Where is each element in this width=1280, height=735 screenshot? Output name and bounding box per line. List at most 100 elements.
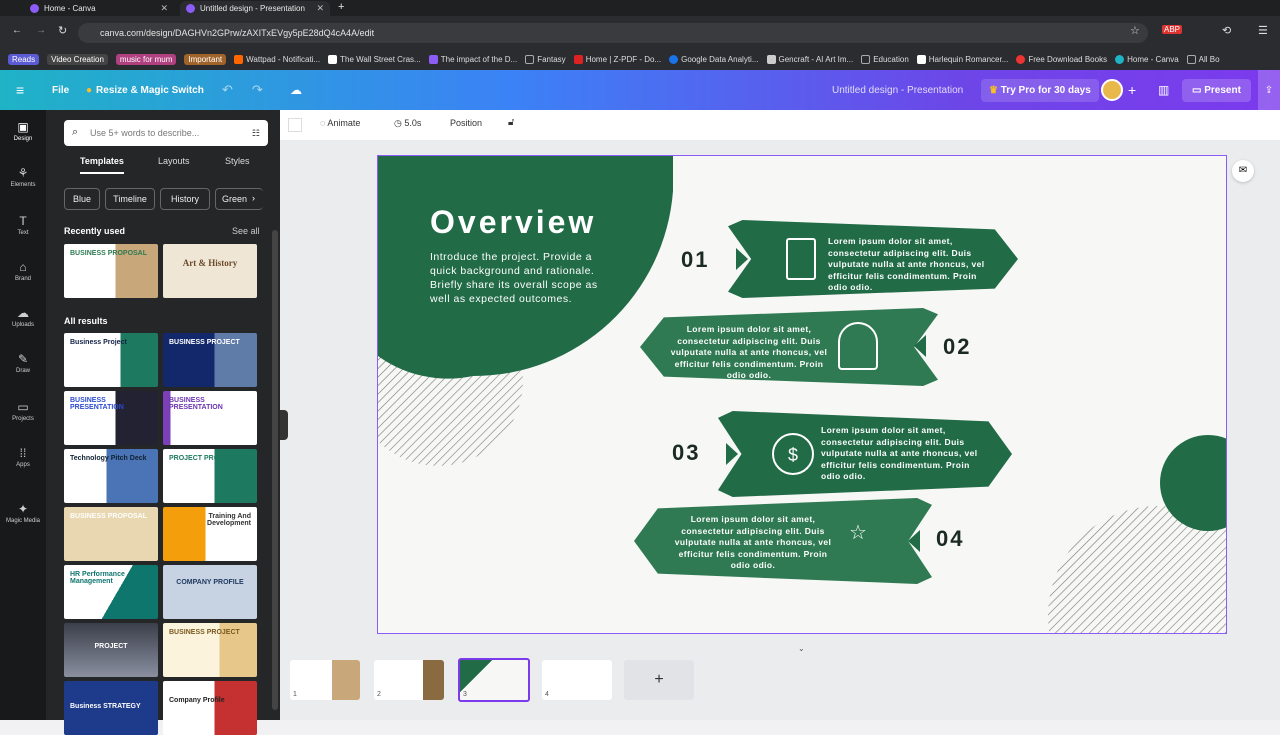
bookmark[interactable]: Free Download Books bbox=[1016, 54, 1107, 64]
rail-apps[interactable]: ⁞⁞ Apps bbox=[0, 446, 46, 468]
page-thumb[interactable]: 4 bbox=[542, 660, 612, 700]
file-menu[interactable]: File bbox=[52, 70, 69, 110]
template-thumb[interactable]: Business Project bbox=[64, 333, 158, 387]
bookmark[interactable]: Home - Canva bbox=[1115, 54, 1179, 64]
present-button[interactable]: ▭ Present bbox=[1182, 70, 1251, 110]
template-thumb[interactable]: HR Performance Management bbox=[64, 565, 158, 619]
overview-item[interactable]: Lorem ipsum dolor sit amet, consectetur … bbox=[640, 308, 938, 386]
share-icon[interactable]: ⇪ bbox=[1258, 70, 1280, 110]
forward-icon[interactable]: → bbox=[36, 25, 46, 36]
template-thumb[interactable]: Training And Development bbox=[163, 507, 257, 561]
see-all-link[interactable]: See all bbox=[232, 226, 260, 236]
history-icon[interactable]: ⟲ bbox=[1222, 24, 1231, 37]
comment-icon[interactable]: ✉ bbox=[1232, 160, 1254, 182]
item-text[interactable]: Lorem ipsum dolor sit amet, consectetur … bbox=[664, 324, 834, 382]
star-icon[interactable]: ☆ bbox=[1130, 24, 1140, 37]
template-thumb[interactable]: BUSINESS PROPOSAL bbox=[64, 507, 158, 561]
template-thumb[interactable]: BUSINESS PROPOSAL bbox=[64, 244, 158, 298]
bookmark[interactable]: The Wall Street Cras... bbox=[328, 54, 421, 64]
slide-title[interactable]: Overview bbox=[430, 204, 596, 241]
rail-uploads[interactable]: ☁ Uploads bbox=[0, 306, 46, 328]
bookmark[interactable]: Important bbox=[184, 53, 227, 65]
template-thumb[interactable]: Business STRATEGY bbox=[64, 681, 158, 735]
bookmark[interactable]: All Bo bbox=[1186, 54, 1220, 64]
tab-layouts[interactable]: Layouts bbox=[158, 156, 190, 166]
item-number[interactable]: 03 bbox=[672, 440, 700, 466]
template-thumb[interactable]: Art & History bbox=[163, 244, 257, 298]
bookmark[interactable]: Education bbox=[861, 54, 909, 64]
slide-canvas[interactable]: Overview Introduce the project. Provide … bbox=[377, 155, 1227, 634]
redo-icon[interactable]: ↷ bbox=[252, 70, 263, 110]
chevron-down-icon[interactable]: ⌄ bbox=[798, 644, 805, 653]
bookmark[interactable]: The impact of the D... bbox=[428, 54, 517, 64]
page-thumb-active[interactable]: 3 bbox=[458, 658, 530, 702]
rail-brand[interactable]: ⌂ Brand bbox=[0, 260, 46, 282]
lock-icon[interactable]: 🔓︎ bbox=[508, 117, 514, 128]
slide-intro[interactable]: Introduce the project. Provide a quick b… bbox=[430, 250, 620, 306]
analytics-icon[interactable]: ▥ bbox=[1158, 70, 1169, 110]
collapse-panel-handle[interactable] bbox=[280, 410, 288, 440]
animate-button[interactable]: ◌ Animate bbox=[320, 118, 360, 128]
rail-text[interactable]: T Text bbox=[0, 214, 46, 236]
avatar[interactable] bbox=[1101, 70, 1123, 110]
tab-untitled-design[interactable]: Untitled design - Presentation ✕ bbox=[180, 1, 330, 16]
rail-elements[interactable]: ⚘ Elements bbox=[0, 166, 46, 188]
bookmark[interactable]: Reads bbox=[8, 53, 40, 65]
overview-item[interactable]: Lorem ipsum dolor sit amet, consectetur … bbox=[634, 498, 932, 584]
resize-button[interactable]: ● Resize & Magic Switch bbox=[86, 70, 204, 110]
overview-item[interactable]: Lorem ipsum dolor sit amet, consectetur … bbox=[728, 220, 1018, 298]
template-thumb[interactable]: BUSINESS PRESENTATION bbox=[163, 391, 257, 445]
filter-chip[interactable]: History bbox=[160, 188, 210, 210]
item-text[interactable]: Lorem ipsum dolor sit amet, consectetur … bbox=[668, 514, 838, 572]
page-thumb[interactable]: 1 bbox=[290, 660, 360, 700]
item-text[interactable]: Lorem ipsum dolor sit amet, consectetur … bbox=[821, 425, 991, 483]
hamburger-icon[interactable]: ≡ bbox=[16, 70, 24, 110]
color-swatch[interactable] bbox=[288, 118, 302, 132]
filter-chip[interactable]: Green bbox=[215, 188, 263, 210]
cloud-icon[interactable]: ☁ bbox=[290, 70, 302, 110]
url-field[interactable]: canva.com/design/DAGHVn2GPrw/zAXITxEVgy5… bbox=[78, 23, 1148, 43]
close-icon[interactable]: ✕ bbox=[160, 3, 168, 14]
page-thumb[interactable]: 2 bbox=[374, 660, 444, 700]
template-thumb[interactable]: BUSINESS PROJECT bbox=[163, 333, 257, 387]
template-thumb[interactable]: Company Profile bbox=[163, 681, 257, 735]
reload-icon[interactable]: ↻ bbox=[58, 24, 67, 37]
rail-projects[interactable]: ▭ Projects bbox=[0, 400, 46, 422]
rail-draw[interactable]: ✎ Draw bbox=[0, 352, 46, 374]
bookmark[interactable]: Video Creation bbox=[47, 53, 108, 65]
adblock-icon[interactable]: ABP bbox=[1162, 25, 1183, 34]
template-thumb[interactable]: Technology Pitch Deck bbox=[64, 449, 158, 503]
document-title[interactable]: Untitled design - Presentation bbox=[832, 70, 963, 110]
filter-chip[interactable]: Timeline bbox=[105, 188, 155, 210]
close-icon[interactable]: ✕ bbox=[316, 3, 324, 14]
item-text[interactable]: Lorem ipsum dolor sit amet, consectetur … bbox=[828, 236, 996, 294]
position-button[interactable]: Position bbox=[450, 118, 482, 128]
template-thumb[interactable]: BUSINESS PROJECT bbox=[163, 623, 257, 677]
bookmark[interactable]: Harlequin Romancer... bbox=[916, 54, 1008, 64]
item-number[interactable]: 02 bbox=[943, 334, 971, 360]
bookmark[interactable]: Fantasy bbox=[525, 54, 566, 64]
undo-icon[interactable]: ↶ bbox=[222, 70, 233, 110]
bookmark[interactable]: music for mum bbox=[115, 53, 177, 65]
add-collaborator-icon[interactable]: + bbox=[1128, 70, 1136, 110]
rail-design[interactable]: ▣ Design bbox=[0, 120, 46, 142]
back-icon[interactable]: ← bbox=[12, 25, 22, 36]
panel-scrollbar[interactable] bbox=[272, 230, 278, 710]
item-number[interactable]: 01 bbox=[681, 247, 709, 273]
tab-home-canva[interactable]: Home - Canva ✕ bbox=[24, 1, 174, 16]
item-number[interactable]: 04 bbox=[936, 526, 964, 552]
menu-icon[interactable]: ☰ bbox=[1258, 24, 1268, 37]
tab-templates[interactable]: Templates bbox=[80, 156, 124, 174]
bookmark[interactable]: Gencraft - AI Art Im... bbox=[766, 54, 853, 64]
rail-magic-media[interactable]: ✦ Magic Media bbox=[0, 502, 46, 524]
template-thumb[interactable]: PROJECT bbox=[64, 623, 158, 677]
duration-button[interactable]: ◷ 5.0s bbox=[394, 118, 421, 129]
filter-icon[interactable]: ☷ bbox=[252, 128, 260, 139]
overview-item[interactable]: $ Lorem ipsum dolor sit amet, consectetu… bbox=[718, 411, 1012, 497]
tab-styles[interactable]: Styles bbox=[225, 156, 250, 166]
new-tab-icon[interactable]: + bbox=[338, 1, 344, 13]
try-pro-button[interactable]: ♛ Try Pro for 30 days bbox=[981, 70, 1099, 110]
chevron-right-icon[interactable]: › bbox=[252, 193, 255, 203]
bookmark[interactable]: Google Data Analyti... bbox=[669, 54, 759, 64]
filter-chip[interactable]: Blue bbox=[64, 188, 100, 210]
